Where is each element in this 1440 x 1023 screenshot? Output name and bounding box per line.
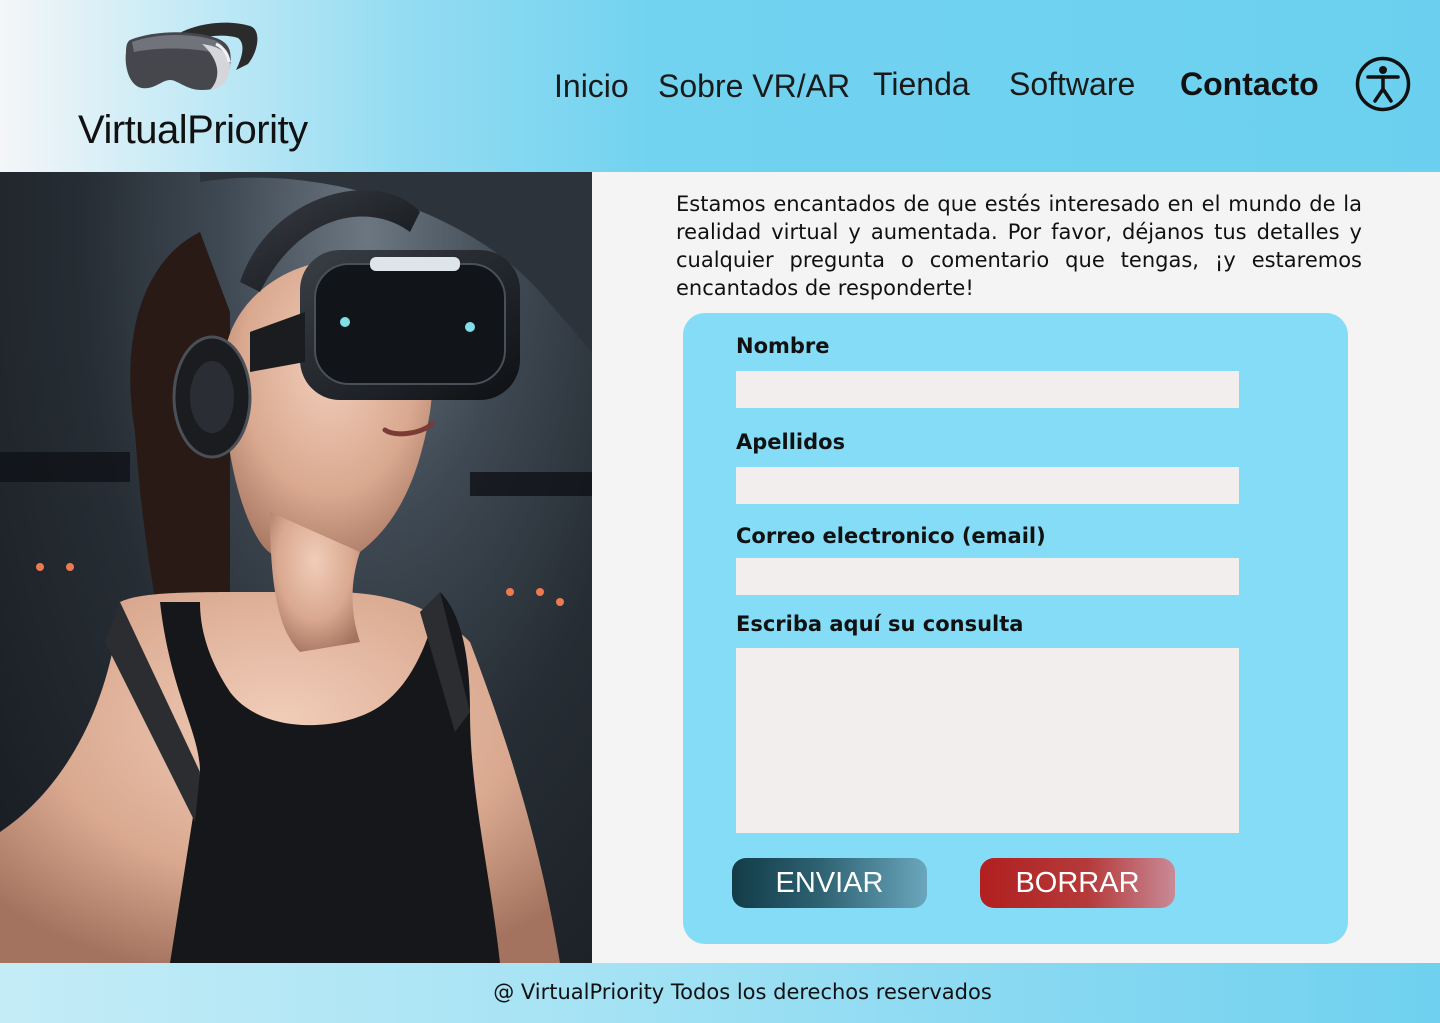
accessibility-icon[interactable] [1355, 56, 1411, 112]
enviar-button[interactable]: ENVIAR [732, 858, 927, 908]
footer-copyright: @ VirtualPriority Todos los derechos res… [493, 980, 992, 1004]
vr-headset-icon[interactable] [124, 18, 262, 102]
nav-inicio[interactable]: Inicio [554, 68, 629, 105]
intro-text: Estamos encantados de que estés interesa… [676, 192, 1362, 300]
borrar-button[interactable]: BORRAR [980, 858, 1175, 908]
site-header: VirtualPriority Inicio Sobre VR/AR Tiend… [0, 0, 1440, 172]
apellidos-field[interactable] [736, 467, 1239, 504]
vr-woman-illustration [0, 172, 592, 963]
label-apellidos: Apellidos [736, 430, 846, 454]
nav-contacto[interactable]: Contacto [1180, 66, 1319, 103]
nombre-field[interactable] [736, 371, 1239, 408]
nav-sobre-vr-ar[interactable]: Sobre VR/AR [658, 68, 850, 105]
brand-name[interactable]: VirtualPriority [78, 108, 308, 153]
nav-tienda[interactable]: Tienda [873, 66, 970, 103]
label-consulta: Escriba aquí su consulta [736, 612, 1024, 636]
hero-image [0, 172, 592, 963]
label-email: Correo electronico (email) [736, 524, 1046, 548]
nav-software[interactable]: Software [1009, 66, 1135, 103]
label-nombre: Nombre [736, 334, 830, 358]
email-field[interactable] [736, 558, 1239, 595]
consulta-textarea[interactable] [736, 648, 1239, 833]
